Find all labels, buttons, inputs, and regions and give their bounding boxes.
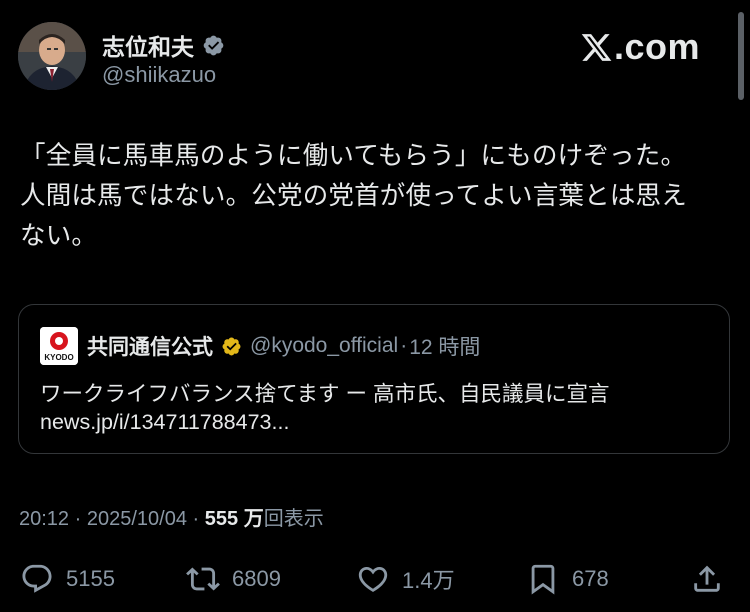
avatar-image (18, 22, 86, 90)
reply-button[interactable]: 5155 (20, 556, 115, 602)
like-count: 1.4万 (402, 568, 455, 593)
bookmark-icon (531, 564, 555, 595)
gold-verified-badge-icon (221, 336, 242, 357)
bookmark-count: 678 (572, 566, 609, 591)
author-handle[interactable]: @shiikazuo (102, 62, 216, 88)
share-button[interactable] (690, 556, 724, 602)
verified-badge-icon (202, 34, 225, 57)
tweet-time[interactable]: 20:12 (19, 508, 69, 530)
tweet-date[interactable]: 2025/10/04 (87, 508, 187, 530)
bookmark-button[interactable]: 678 (526, 556, 609, 602)
quote-timestamp[interactable]: 12 時間 (409, 331, 480, 361)
x-com-logo: .com (580, 26, 700, 68)
quote-separator: · (400, 334, 408, 357)
retweet-icon (186, 567, 220, 591)
tweet-meta: 20:12 · 2025/10/04 · 555 万回表示 (19, 502, 324, 531)
quote-author-handle[interactable]: @kyodo_official (250, 334, 398, 358)
tweet-text: 「全員に馬車馬のように働いてもらう」にものけぞった。人間は馬ではない。公党の党首… (20, 142, 687, 250)
meta-separator: · (74, 508, 82, 530)
views-label: 回表示 (263, 508, 324, 530)
meta-separator: · (192, 508, 200, 530)
x-logo-text: .com (614, 26, 701, 67)
quote-headline: ワークライフバランス捨てます ー 高市氏、自民議員に宣言 (40, 382, 610, 406)
reply-count: 5155 (66, 566, 115, 591)
author-avatar[interactable] (18, 22, 86, 90)
heart-icon (358, 566, 388, 592)
action-bar: 5155 6809 1.4万 678 (0, 556, 750, 602)
retweet-count: 6809 (232, 566, 281, 591)
quote-tweet-card[interactable]: KYODO 共同通信公式 @kyodo_official · 12 時間 ワーク… (18, 304, 730, 454)
author-display-name[interactable]: 志位和夫 (102, 28, 225, 62)
retweet-button[interactable]: 6809 (186, 556, 281, 602)
views-count: 555 万 (204, 508, 264, 530)
quote-author-name[interactable]: 共同通信公式 (87, 331, 213, 361)
kyodo-logo-icon: KYODO (40, 327, 78, 365)
scrollbar[interactable] (738, 12, 744, 100)
reply-icon (22, 564, 52, 593)
share-icon (694, 565, 720, 592)
quote-header: 共同通信公式 @kyodo_official · 12 時間 (87, 331, 480, 361)
kyodo-logo-text: KYODO (44, 353, 73, 362)
tweet-page: 志位和夫 @shiikazuo .com 「全員に馬車馬のように働いてもらう」に… (0, 0, 750, 612)
author-name-text: 志位和夫 (102, 34, 194, 60)
like-button[interactable]: 1.4万 (356, 556, 455, 602)
quote-link[interactable]: news.jp/i/134711788473... (40, 410, 289, 435)
x-logo-icon (581, 33, 612, 61)
